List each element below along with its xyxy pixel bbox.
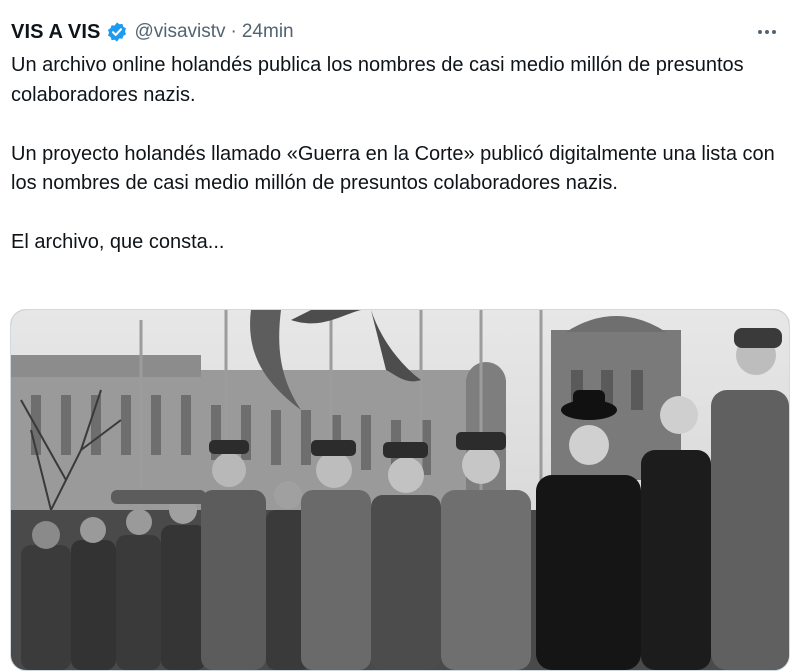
tweet-photo[interactable]: [10, 309, 790, 671]
verified-badge-icon: [106, 21, 128, 43]
display-name[interactable]: VIS A VIS: [11, 21, 100, 44]
tweet-text: Un archivo online holandés publica los n…: [11, 51, 786, 258]
timestamp-link[interactable]: 24min: [242, 21, 294, 43]
tweet-paragraph: Un proyecto holandés llamado «Guerra en …: [11, 142, 775, 195]
user-handle[interactable]: @visavistv: [134, 21, 225, 43]
tweet-paragraph: El archivo, que consta...: [11, 231, 225, 253]
more-dots-icon[interactable]: [753, 20, 781, 44]
tweet-paragraph: Un archivo online holandés publica los n…: [11, 54, 744, 106]
tweet-header: VIS A VIS @visavistv · 24min: [11, 18, 785, 46]
separator-dot: ·: [230, 21, 237, 42]
